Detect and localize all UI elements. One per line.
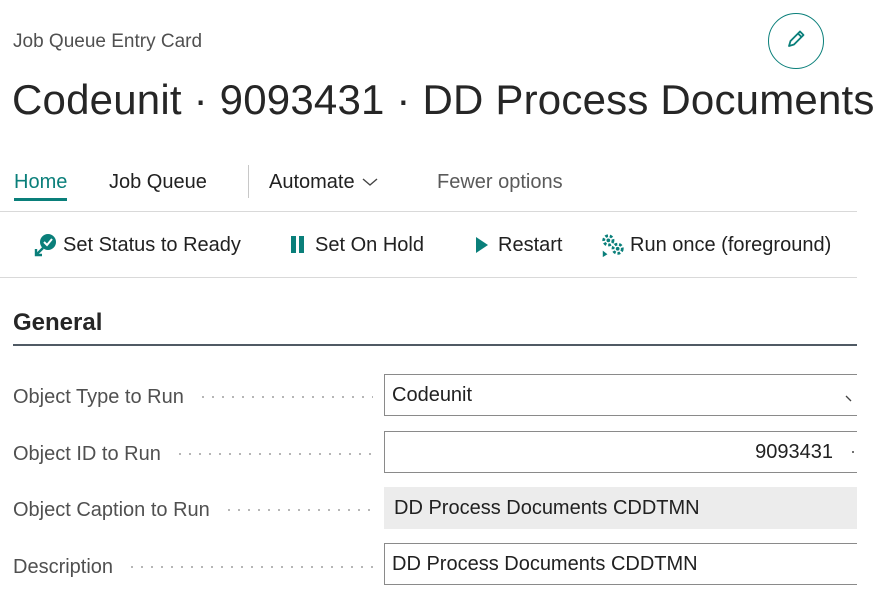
object-id-value: 9093431 xyxy=(755,440,833,463)
section-divider xyxy=(13,344,857,346)
ready-status-icon xyxy=(33,232,59,258)
lookup-dot-icon[interactable] xyxy=(852,451,854,453)
description-label: Description xyxy=(13,554,373,580)
label-leader-dots xyxy=(197,396,373,398)
tab-job-queue[interactable]: Job Queue xyxy=(109,171,207,194)
set-on-hold-button[interactable]: Set On Hold xyxy=(285,232,424,258)
object-caption-field: DD Process Documents CDDTMN xyxy=(384,487,857,529)
object-id-input[interactable]: 9093431 xyxy=(384,431,857,473)
page-caption: Job Queue Entry Card xyxy=(13,31,203,52)
label-leader-dots xyxy=(174,453,373,455)
edit-button[interactable] xyxy=(768,13,824,69)
section-general-title[interactable]: General xyxy=(13,309,102,337)
chevron-down-icon xyxy=(361,171,379,194)
action-tabs: Home Job Queue Automate Fewer options xyxy=(0,165,857,212)
label-leader-dots xyxy=(223,509,373,511)
object-id-label: Object ID to Run xyxy=(13,441,373,467)
set-on-hold-label: Set On Hold xyxy=(315,233,424,256)
run-once-label: Run once (foreground) xyxy=(630,233,832,256)
action-bar: Set Status to Ready Set On Hold Restart xyxy=(0,212,857,278)
fewer-options-button[interactable]: Fewer options xyxy=(437,171,563,194)
description-label-text: Description xyxy=(13,555,114,578)
pause-icon xyxy=(285,232,311,258)
set-status-ready-button[interactable]: Set Status to Ready xyxy=(33,232,241,258)
object-caption-label: Object Caption to Run xyxy=(13,497,373,523)
tab-automate[interactable]: Automate xyxy=(269,171,379,194)
set-status-ready-label: Set Status to Ready xyxy=(63,233,241,256)
object-id-label-text: Object ID to Run xyxy=(13,442,161,465)
description-input[interactable]: DD Process Documents CDDTMN xyxy=(384,543,857,585)
object-type-select[interactable]: Codeunit xyxy=(384,374,857,416)
play-icon xyxy=(468,232,494,258)
object-type-label-text: Object Type to Run xyxy=(13,385,184,408)
tab-automate-label: Automate xyxy=(269,171,355,193)
object-type-label: Object Type to Run xyxy=(13,384,373,410)
tab-divider xyxy=(248,165,249,198)
object-type-value: Codeunit xyxy=(392,383,473,406)
label-leader-dots xyxy=(127,566,373,568)
run-once-button[interactable]: Run once (foreground) xyxy=(600,232,831,258)
pencil-icon xyxy=(783,26,809,57)
object-caption-value: DD Process Documents CDDTMN xyxy=(394,496,700,519)
chevron-down-icon[interactable] xyxy=(845,388,855,411)
run-gears-icon xyxy=(600,232,626,258)
restart-label: Restart xyxy=(498,233,563,256)
tab-home[interactable]: Home xyxy=(14,171,68,201)
description-value: DD Process Documents CDDTMN xyxy=(392,552,698,575)
restart-button[interactable]: Restart xyxy=(468,232,562,258)
object-caption-label-text: Object Caption to Run xyxy=(13,498,210,521)
page-title: Codeunit · 9093431 · DD Process Document… xyxy=(12,76,875,123)
